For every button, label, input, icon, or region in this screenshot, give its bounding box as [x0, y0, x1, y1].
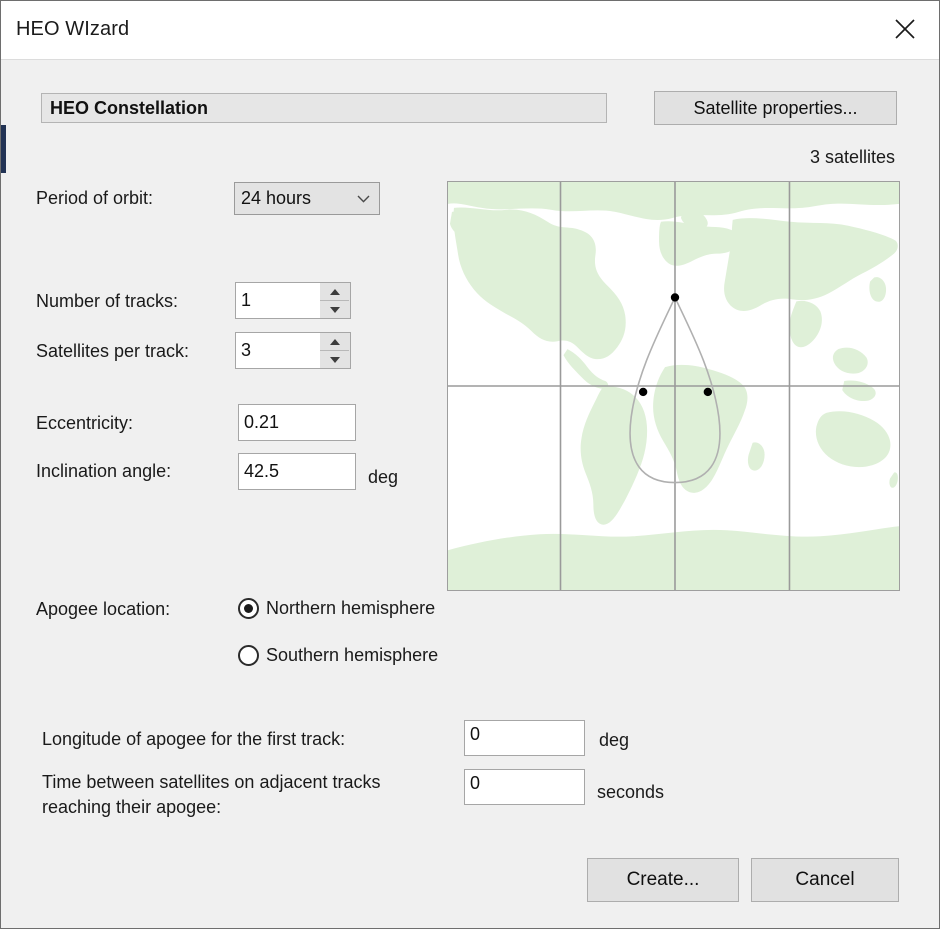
time-between-satellites-label-line1: Time between satellites on adjacent trac…	[42, 772, 381, 792]
close-icon[interactable]	[879, 5, 931, 53]
radio-northern-label: Northern hemisphere	[266, 598, 436, 618]
period-of-orbit-label: Period of orbit:	[36, 188, 154, 208]
number-of-tracks-label: Number of tracks:	[36, 291, 179, 311]
chevron-down-icon	[357, 195, 370, 203]
number-of-tracks-spin-buttons	[320, 282, 351, 319]
longitude-of-apogee-input[interactable]: 0	[464, 720, 585, 756]
satellite-marker-east[interactable]	[703, 387, 713, 397]
satellites-per-track-label: Satellites per track:	[36, 341, 190, 361]
arrow-down-icon	[329, 356, 340, 363]
period-of-orbit-select[interactable]: 24 hours	[234, 182, 380, 215]
satellites-per-track-decrement[interactable]	[320, 351, 349, 368]
arrow-up-icon	[329, 338, 340, 345]
inclination-angle-unit: deg	[368, 467, 399, 487]
radio-southern-label: Southern hemisphere	[266, 645, 439, 665]
satellites-per-track-stepper[interactable]: 3	[235, 332, 351, 369]
arrow-up-icon	[329, 288, 340, 295]
section-header: HEO Constellation	[41, 93, 607, 123]
number-of-tracks-stepper[interactable]: 1	[235, 282, 351, 319]
number-of-tracks-increment[interactable]	[320, 283, 349, 301]
time-between-satellites-label-line2: reaching their apogee:	[42, 797, 222, 817]
radio-northern-marker	[238, 598, 259, 619]
longitude-of-apogee-label: Longitude of apogee for the first track:	[42, 729, 346, 749]
satellite-properties-button[interactable]: Satellite properties...	[654, 91, 897, 125]
heo-wizard-dialog: HEO WIzard HEO Constellation Satellite p…	[0, 0, 940, 929]
satellite-marker-west[interactable]	[638, 387, 648, 397]
map-canvas	[448, 182, 899, 590]
cancel-button[interactable]: Cancel	[751, 858, 899, 902]
title-bar: HEO WIzard	[1, 1, 939, 60]
time-between-satellites-input[interactable]: 0	[464, 769, 585, 805]
period-of-orbit-value: 24 hours	[241, 188, 312, 208]
longitude-of-apogee-unit: deg	[599, 730, 630, 750]
number-of-tracks-decrement[interactable]	[320, 301, 349, 318]
radio-southern-marker	[238, 645, 259, 666]
window-title: HEO WIzard	[16, 18, 130, 40]
satellites-per-track-value[interactable]: 3	[235, 332, 321, 369]
eccentricity-label: Eccentricity:	[36, 413, 134, 433]
create-button[interactable]: Create...	[587, 858, 739, 902]
close-glyph	[895, 19, 915, 39]
arrow-down-icon	[329, 306, 340, 313]
satellite-count-label: 3 satellites	[809, 147, 895, 167]
inclination-angle-label: Inclination angle:	[36, 461, 172, 481]
left-accent-bar	[1, 125, 6, 173]
apogee-location-label: Apogee location:	[36, 599, 171, 619]
eccentricity-input[interactable]: 0.21	[238, 404, 356, 441]
inclination-angle-input[interactable]: 42.5	[238, 453, 356, 490]
time-between-satellites-unit: seconds	[597, 782, 665, 802]
radio-northern-hemisphere[interactable]: Northern hemisphere	[238, 598, 435, 619]
satellites-per-track-spin-buttons	[320, 332, 351, 369]
radio-southern-hemisphere[interactable]: Southern hemisphere	[238, 645, 438, 666]
ground-track-map[interactable]	[447, 181, 900, 591]
section-title: HEO Constellation	[50, 97, 209, 118]
satellites-per-track-increment[interactable]	[320, 333, 349, 351]
number-of-tracks-value[interactable]: 1	[235, 282, 321, 319]
satellite-marker-apogee[interactable]	[670, 293, 680, 302]
